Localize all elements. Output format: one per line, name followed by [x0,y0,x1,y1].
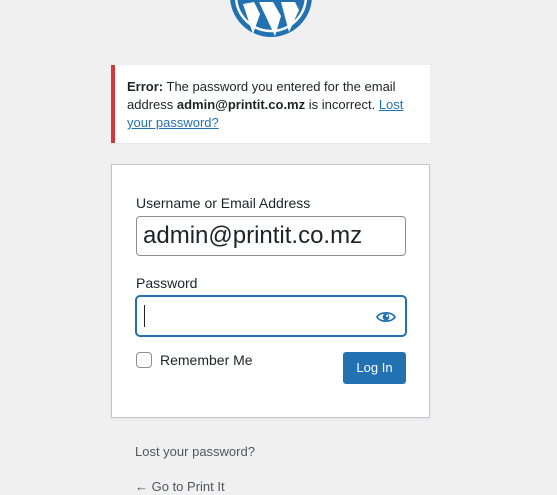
notice-lost-password-link-part2[interactable]: your password? [127,115,219,130]
error-prefix: Error: [127,79,164,94]
password-input[interactable] [136,296,406,336]
username-input[interactable]: admin@printit.co.mz [136,216,406,256]
login-form: Username or Email Address admin@printit.… [111,164,430,418]
login-error-notice: Error: The password you entered for the … [111,65,430,143]
remember-me-label[interactable]: Remember Me [160,352,253,368]
notice-address-text: address [127,97,177,112]
notice-line-3: your password? [127,114,420,132]
wordpress-logo[interactable] [229,0,313,38]
notice-line-1: Error: The password you entered for the … [127,78,420,96]
login-button[interactable]: Log In [343,352,406,384]
text-caret [144,305,145,327]
notice-line-2: address admin@printit.co.mz is incorrect… [127,96,420,114]
notice-incorrect-text: is incorrect. [305,97,379,112]
password-label: Password [136,275,198,291]
username-label: Username or Email Address [136,195,311,211]
remember-me-checkbox[interactable] [136,352,152,368]
notice-message: The password you entered for the email [163,79,396,94]
eye-icon[interactable] [375,306,397,328]
remember-me: Remember Me [136,352,253,368]
notice-lost-password-link-part1[interactable]: Lost [379,97,404,112]
lost-password-link[interactable]: Lost your password? [135,444,255,459]
back-to-site-link[interactable]: ← Go to Print It [135,479,225,494]
login-page: Error: The password you entered for the … [0,0,557,495]
notice-email: admin@printit.co.mz [176,97,306,112]
